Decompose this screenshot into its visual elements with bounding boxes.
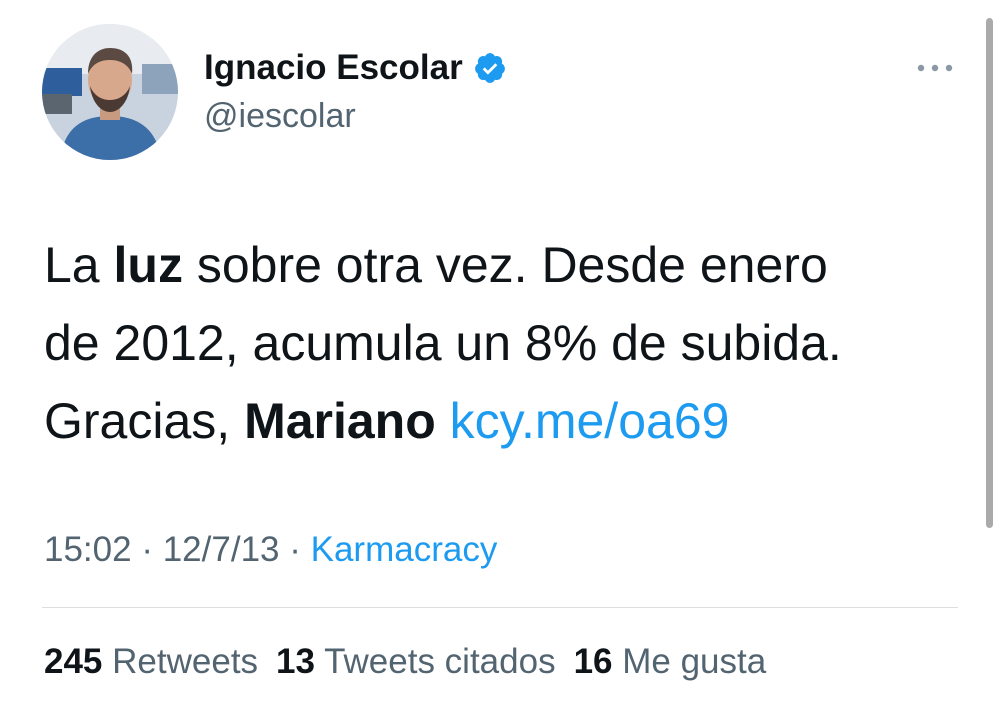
text-part: de 2012, acumula un 8% de subida. [44,315,842,371]
tweet-line-1: La luz sobre otra vez. Desde enero [44,226,944,304]
tweet-text: La luz sobre otra vez. Desde enero de 20… [44,226,944,460]
text-part: La [44,237,114,293]
meta-separator: · [289,530,301,569]
more-dots-icon [917,64,953,72]
retweets-stat[interactable]: 245 Retweets [44,642,258,682]
tweet-stats: 245 Retweets 13 Tweets citados 16 Me gus… [44,642,766,682]
quotes-count: 13 [276,642,315,681]
divider [42,607,958,608]
tweet-line-3: Gracias, Mariano kcy.me/oa69 [44,382,944,460]
author-display-name[interactable]: Ignacio Escolar [204,48,507,88]
author-handle[interactable]: @iescolar [204,97,356,136]
text-part [436,393,450,449]
more-options-button[interactable] [912,52,958,84]
tweet-source-link[interactable]: Karmacracy [311,530,498,569]
retweets-label: Retweets [112,642,259,681]
text-part: Gracias, [44,393,245,449]
text-part: sobre otra vez. Desde enero [182,237,828,293]
likes-stat[interactable]: 16 Me gusta [574,642,767,682]
tweet-date[interactable]: 12/7/13 [163,530,280,569]
author-avatar[interactable] [42,24,178,160]
quotes-label: Tweets citados [324,642,556,681]
likes-count: 16 [573,642,613,681]
text-part-bold: Mariano [244,393,436,449]
tweet-line-2: de 2012, acumula un 8% de subida. [44,304,944,382]
tweet-time[interactable]: 15:02 [44,530,132,569]
meta-separator: · [141,530,153,569]
likes-label: Me gusta [622,642,767,681]
tweet-link[interactable]: kcy.me/oa69 [450,393,730,449]
tweet-meta: 15:02 · 12/7/13 · Karmacracy [44,530,497,570]
display-name-text: Ignacio Escolar [204,48,463,87]
quotes-stat[interactable]: 13 Tweets citados [276,642,556,682]
text-part-bold: luz [113,237,183,293]
retweets-count: 245 [44,642,103,681]
verified-badge-icon [473,51,507,85]
scrollbar[interactable] [986,18,993,528]
